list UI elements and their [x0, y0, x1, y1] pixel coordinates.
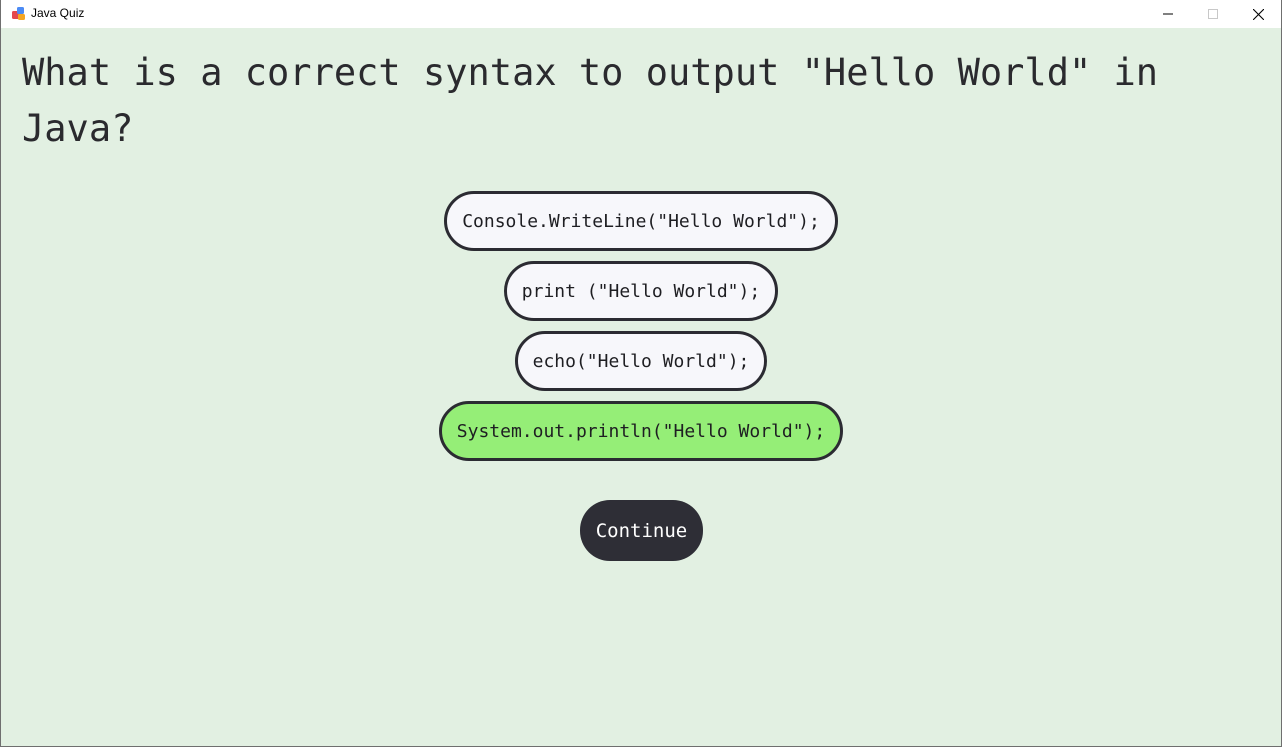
close-button[interactable]	[1235, 0, 1281, 28]
window-title: Java Quiz	[31, 6, 85, 20]
minimize-button[interactable]	[1145, 0, 1191, 28]
app-icon	[12, 7, 25, 20]
answer-option-label: Console.WriteLine("Hello World");	[462, 210, 820, 232]
continue-button-label: Continue	[595, 519, 688, 542]
answer-option-label: echo("Hello World");	[532, 350, 750, 372]
answer-option[interactable]: print ("Hello World");	[503, 261, 779, 321]
title-bar[interactable]: Java Quiz	[1, 0, 1281, 28]
minimize-icon	[1163, 13, 1173, 15]
quiz-panel: What is a correct syntax to output "Hell…	[1, 28, 1281, 747]
question-text: What is a correct syntax to output "Hell…	[22, 51, 1159, 150]
close-icon	[1252, 8, 1264, 20]
app-window: Java Quiz What is a correct syntax to ou…	[0, 0, 1282, 747]
continue-button[interactable]: Continue	[580, 500, 703, 561]
maximize-button[interactable]	[1190, 0, 1236, 28]
answer-option-label: System.out.println("Hello World");	[456, 420, 826, 442]
answer-option[interactable]: Console.WriteLine("Hello World");	[444, 191, 838, 251]
answer-options: Console.WriteLine("Hello World"); print …	[1, 191, 1281, 471]
maximize-icon	[1208, 9, 1218, 19]
answer-option[interactable]: echo("Hello World");	[514, 331, 768, 391]
answer-option-label: print ("Hello World");	[521, 280, 761, 302]
answer-option-correct[interactable]: System.out.println("Hello World");	[438, 401, 844, 461]
